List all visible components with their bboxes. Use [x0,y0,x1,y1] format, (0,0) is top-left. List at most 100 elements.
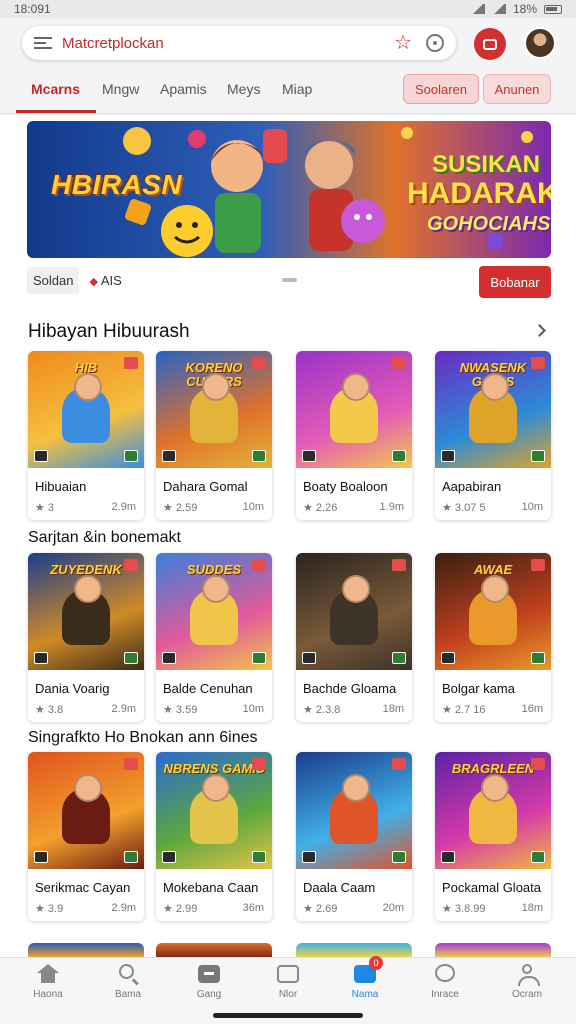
tab-3[interactable]: Apamis [160,81,207,97]
app-card[interactable]: HIB Hibuaian ★ 3 2.9m [28,351,144,520]
device-icon [441,851,455,863]
status-bar: 18:091 18% [0,0,576,18]
app-thumbnail: AWAE [435,553,551,670]
corner-badge-icon [531,758,545,770]
play-icon [252,851,266,863]
nav-label: Inrace [431,989,459,1000]
search-bar[interactable]: Matcretplockan ☆ [22,26,456,60]
avatar[interactable] [524,27,556,59]
app-name: Pockamal Gloata [442,880,541,895]
app-name: Dahara Gomal [163,479,248,494]
app-card[interactable]: Serikmac Cayan ★ 3.9 2.9m [28,752,144,921]
section-title-2: Sarjtan &in bonemakt [28,529,181,546]
app-card[interactable]: BRAGRLEEN Pockamal Gloata ★ 3.8.99 18m [435,752,551,921]
app-card[interactable]: Bachde Gloama ★ 2.3.8 18m [296,553,412,722]
app-size: 10m [242,501,264,513]
star-icon[interactable]: ☆ [394,33,412,53]
app-card[interactable]: KORENO CUNDRS Dahara Gomal ★ 2.59 10m [156,351,272,520]
tab-4[interactable]: Meys [227,81,260,97]
tab-5[interactable]: Miap [282,81,312,97]
chip-2[interactable]: Anunen [483,74,551,104]
brand-bar: Soldan ◆ AIS [27,265,122,295]
nav-inbox[interactable]: Inrace [415,964,475,1008]
nav-search[interactable]: Bama [98,964,158,1008]
app-name: Bolgar kama [442,681,515,696]
app-rating: ★ 3.9 [35,903,64,915]
compass-icon[interactable] [426,34,444,52]
banner-subtitle-2: HADARAK. [407,177,551,210]
app-thumbnail: KORENO CUNDRS [156,351,272,468]
character-figure [330,774,378,844]
brand-tag-text: AIS [100,272,122,288]
hero-banner[interactable]: HBIRASN SUSIKAN HADARAK. GOHOCIAHS [27,121,551,258]
app-card[interactable]: Daala Caam ★ 2.69 20m [296,752,412,921]
corner-badge-icon [531,357,545,369]
chip-1[interactable]: Soolaren [403,74,479,104]
play-icon [531,851,545,863]
play-icon [531,652,545,664]
nav-apps[interactable]: Nlor [258,964,318,1008]
app-size: 16m [521,703,543,715]
peek-card [435,943,551,957]
corner-badge-icon [392,559,406,571]
signal-icon [470,4,485,14]
app-rating: ★ 3.59 [163,704,198,716]
app-size: 2.9m [111,703,136,715]
peek-card [156,943,272,957]
device-icon [162,652,176,664]
app-card[interactable]: SUDDES Balde Cenuhan ★ 3.59 10m [156,553,272,722]
character-figure [330,373,378,443]
section-title-1: Hibayan Hibuurash [28,321,190,342]
corner-badge-icon [531,559,545,571]
notification-badge: 0 [369,956,383,970]
menu-icon[interactable] [34,37,52,49]
app-card[interactable]: Boaty Boaloon ★ 2.26 1.9m [296,351,412,520]
banner-action-button[interactable]: Bobanar [479,266,551,298]
app-card[interactable]: NBRENS GAMIS Mokebana Caan ★ 2.99 36m [156,752,272,921]
app-rating: ★ 3.8 [35,704,64,716]
brand-label: Soldan [27,266,80,294]
battery-icon [544,4,562,14]
device-icon [34,851,48,863]
search-input[interactable]: Matcretplockan [62,35,394,52]
tab-2[interactable]: Mngw [102,81,139,97]
app-name: Serikmac Cayan [35,880,131,895]
device-icon [162,450,176,462]
section-title-3: Singrafkto Ho Bnokan ann 6ines [28,729,258,746]
gamepad-icon [198,964,220,984]
nav-active[interactable]: 0 Nama [335,956,395,1008]
app-size: 10m [242,703,264,715]
app-card[interactable]: AWAE Bolgar kama ★ 2.7 16 16m [435,553,551,722]
app-name: Dania Voarig [35,681,110,696]
carousel-indicator [282,278,297,282]
corner-badge-icon [124,559,138,571]
banner-subtitle-1: SUSIKAN [432,151,541,178]
nav-label: Bama [114,989,142,1000]
app-thumbnail: SUDDES [156,553,272,670]
app-name: Aapabiran [442,479,502,494]
app-rating: ★ 2.59 [163,502,198,514]
app-rating: ★ 2.69 [303,903,338,915]
nav-home[interactable]: Haona [18,964,78,1008]
chevron-right-icon[interactable] [533,324,546,337]
corner-badge-icon [392,758,406,770]
app-thumbnail [296,752,412,869]
app-rating: ★ 2.3.8 [303,704,341,716]
device-icon [302,450,316,462]
nav-games[interactable]: Gang [179,964,239,1008]
character-figure [469,774,517,844]
app-size: 1.9m [379,501,404,513]
character-figure [190,575,238,645]
nav-profile[interactable]: Ocram [497,964,557,1008]
device-icon [34,450,48,462]
corner-badge-icon [392,357,406,369]
app-card[interactable]: ZUYEDENK Dania Voarig ★ 3.8 2.9m [28,553,144,722]
app-thumbnail [296,351,412,468]
app-name: Boaty Boaloon [303,479,388,494]
app-size: 2.9m [111,902,136,914]
device-icon [441,450,455,462]
app-thumbnail: BRAGRLEEN [435,752,551,869]
app-card[interactable]: NWASENK GAMIS Aapabiran ★ 3.07 5 10m [435,351,551,520]
tab-1[interactable]: Mcarns [31,81,80,97]
video-button[interactable] [474,28,506,60]
